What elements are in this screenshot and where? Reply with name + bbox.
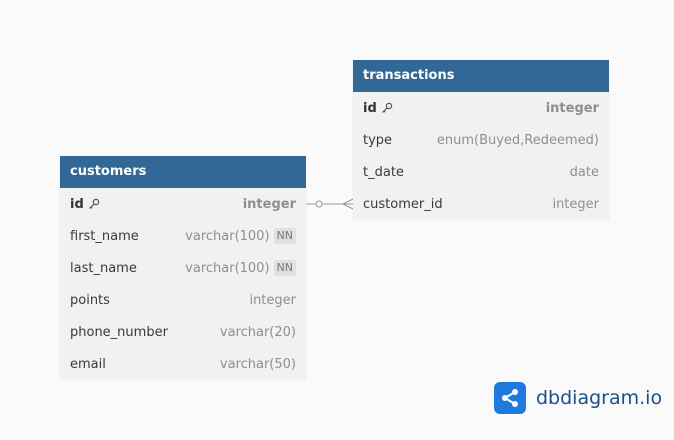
column-type: integer	[552, 196, 599, 212]
column-row[interactable]: first_name varchar(100) NN	[60, 220, 306, 252]
column-type: varchar(100)	[185, 228, 270, 244]
column-row[interactable]: phone_number varchar(20)	[60, 316, 306, 348]
column-type: varchar(100)	[185, 260, 270, 276]
column-row[interactable]: points integer	[60, 284, 306, 316]
brand-logo-link[interactable]: dbdiagram.io	[494, 382, 662, 414]
column-type: integer	[545, 100, 599, 116]
column-type: varchar(50)	[219, 356, 296, 372]
key-icon	[381, 102, 392, 113]
column-type: integer	[249, 292, 296, 308]
share-nodes-icon	[494, 382, 526, 414]
column-row[interactable]: id integer	[353, 92, 609, 124]
column-row[interactable]: customer_id integer	[353, 188, 609, 220]
column-name: type	[363, 132, 393, 148]
column-row[interactable]: t_date date	[353, 156, 609, 188]
table-transactions[interactable]: transactions id integer type enum(Buyed,…	[353, 60, 609, 220]
column-name: id	[363, 100, 377, 116]
column-name: customer_id	[363, 196, 443, 212]
column-type: varchar(20)	[219, 324, 296, 340]
brand-name: dbdiagram.io	[536, 387, 663, 409]
column-row[interactable]: id integer	[60, 188, 306, 220]
column-type: integer	[242, 196, 296, 212]
column-name: id	[70, 196, 84, 212]
table-customers[interactable]: customers id integer first_name varchar(…	[60, 156, 306, 380]
key-icon	[88, 198, 99, 209]
column-row[interactable]: email varchar(50)	[60, 348, 306, 380]
column-type: date	[569, 164, 599, 180]
column-name: t_date	[363, 164, 404, 180]
column-type: enum(Buyed,Redeemed)	[436, 132, 599, 148]
column-name: first_name	[70, 228, 139, 244]
optional-circle-mark	[315, 200, 323, 208]
table-header[interactable]: transactions	[353, 60, 609, 92]
column-name: email	[70, 356, 106, 372]
not-null-badge: NN	[273, 260, 296, 276]
not-null-badge: NN	[273, 228, 296, 244]
column-row[interactable]: last_name varchar(100) NN	[60, 252, 306, 284]
column-row[interactable]: type enum(Buyed,Redeemed)	[353, 124, 609, 156]
column-name: points	[70, 292, 110, 308]
column-name: phone_number	[70, 324, 168, 340]
table-header[interactable]: customers	[60, 156, 306, 188]
column-name: last_name	[70, 260, 137, 276]
